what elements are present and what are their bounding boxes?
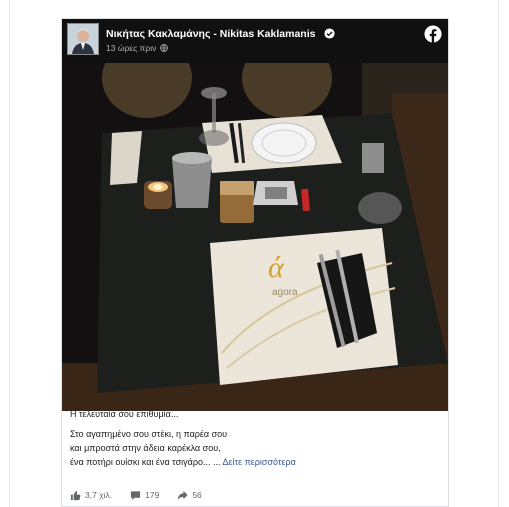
author-avatar[interactable]: [67, 23, 99, 55]
post-time-text: 13 ώρες πριν: [106, 43, 157, 53]
post-text-line-3: ένα ποτήρι ουίσκι και ένα τσιγάρο... ...…: [70, 455, 440, 469]
post-timestamp[interactable]: 13 ώρες πριν: [106, 43, 168, 53]
author-name[interactable]: Νικήτας Κακλαμάνης - Nikitas Kaklamanis: [106, 28, 315, 40]
share-count: 56: [192, 490, 202, 500]
post-header: Νικήτας Κακλαμάνης - Nikitas Kaklamanis …: [62, 19, 448, 63]
post-text-line-1: Στο αγαπημένο σου στέκι, η παρέα σου: [70, 429, 228, 439]
placemat-logo-letter: ά: [268, 251, 285, 284]
placemat-logo-text: agora: [272, 287, 298, 298]
like-icon: [70, 490, 81, 500]
like-count: 3,7 χιλ.: [85, 490, 113, 500]
facebook-post-card: Νικήτας Κακλαμάνης - Nikitas Kaklamanis …: [61, 18, 449, 507]
share-icon: [178, 490, 188, 500]
post-text-line-3-text: ένα ποτήρι ουίσκι και ένα τσιγάρο... ...: [70, 457, 221, 467]
share-count-button[interactable]: 56: [177, 490, 202, 501]
reactions-bar: 3,7 χιλ. 179 56: [70, 488, 440, 502]
facebook-icon[interactable]: [424, 25, 442, 43]
like-count-button[interactable]: 3,7 χιλ.: [70, 490, 112, 501]
verified-icon: [324, 28, 335, 39]
comment-count: 179: [145, 490, 160, 500]
globe-icon: [159, 44, 168, 52]
comment-count-button[interactable]: 179: [130, 490, 159, 501]
post-photo[interactable]: ά agora: [62, 63, 448, 411]
post-text-lead: Η τελευταία σου επιθυμία...: [70, 409, 179, 419]
comment-icon: [131, 490, 141, 500]
see-more-link[interactable]: Δείτε περισσότερα: [222, 457, 295, 467]
post-text-line-2: και μπροστά στην άδεια καρέκλα σου,: [70, 443, 221, 453]
page-border-right: [498, 0, 499, 507]
page-border-left: [9, 0, 10, 507]
post-text: Η τελευταία σου επιθυμία... Στο αγαπημέν…: [70, 407, 440, 469]
